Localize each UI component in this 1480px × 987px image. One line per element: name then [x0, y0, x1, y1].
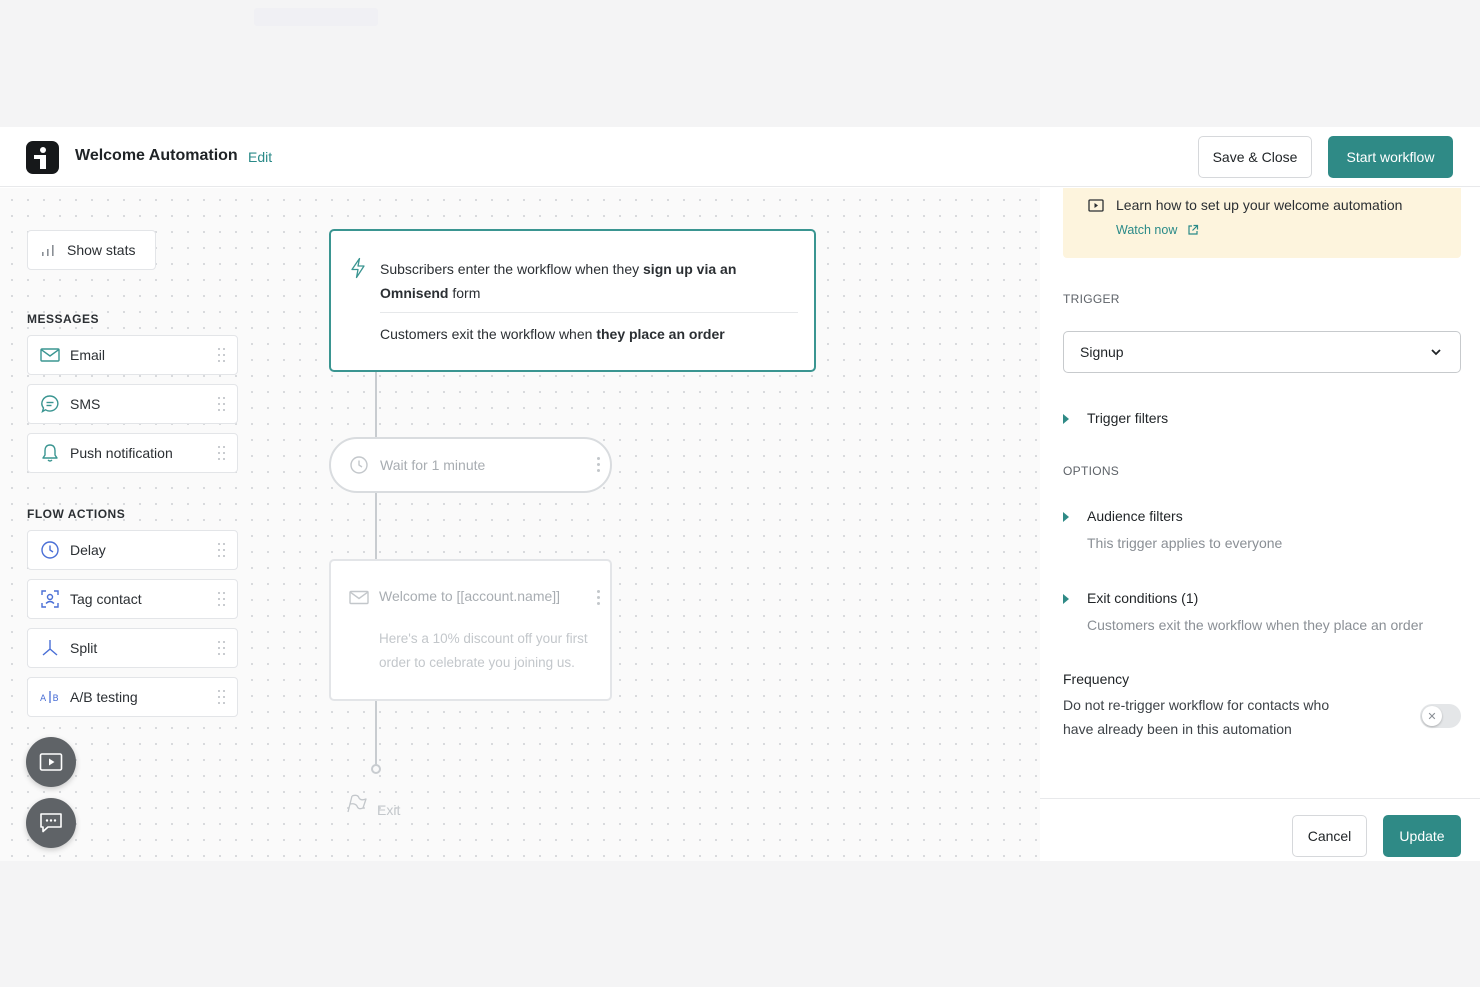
- flow-end-point: [371, 764, 381, 774]
- workflow-canvas[interactable]: Show stats MESSAGES Email SMS Push notif…: [0, 188, 1040, 861]
- exit-conditions-summary: Customers exit the workflow when they pl…: [1087, 617, 1424, 633]
- exit-conditions-toggle[interactable]: Exit conditions (1) Customers exit the w…: [1063, 590, 1423, 633]
- tool-ab-testing[interactable]: AB A/B testing: [27, 677, 238, 717]
- svg-text:B: B: [53, 694, 59, 704]
- trigger-exit-text: Customers exit the workflow when they pl…: [380, 326, 725, 342]
- drag-handle-icon[interactable]: [218, 592, 226, 608]
- wait-node[interactable]: Wait for 1 minute: [329, 437, 612, 493]
- update-button[interactable]: Update: [1383, 815, 1461, 857]
- close-icon: ✕: [1422, 706, 1442, 726]
- trigger-filters-toggle[interactable]: Trigger filters: [1063, 410, 1168, 426]
- tutorial-title: Learn how to set up your welcome automat…: [1116, 197, 1403, 213]
- tag-user-icon: [39, 588, 61, 610]
- email-subject: Welcome to [[account.name]]: [379, 588, 561, 604]
- tool-delay[interactable]: Delay: [27, 530, 238, 570]
- clock-icon: [349, 455, 369, 475]
- trigger-enter-text: Subscribers enter the workflow when they…: [380, 261, 737, 301]
- watch-now-label: Watch now: [1116, 223, 1178, 237]
- chat-bubble-icon: [39, 393, 61, 415]
- drag-handle-icon[interactable]: [218, 397, 226, 413]
- svg-text:A: A: [40, 694, 47, 704]
- tool-split-label: Split: [70, 640, 98, 656]
- tool-ab-label: A/B testing: [70, 689, 138, 705]
- chevron-down-icon: [1431, 349, 1441, 356]
- tool-push-notification[interactable]: Push notification: [27, 433, 238, 473]
- panel-footer: Cancel Update: [1040, 798, 1480, 861]
- tool-split[interactable]: Split: [27, 628, 238, 668]
- tutorial-banner: Learn how to set up your welcome automat…: [1063, 188, 1461, 258]
- watch-now-link[interactable]: Watch now: [1116, 223, 1199, 237]
- more-options-icon[interactable]: [597, 590, 601, 606]
- trigger-filters-label: Trigger filters: [1087, 410, 1169, 426]
- tool-sms[interactable]: SMS: [27, 384, 238, 424]
- options-heading: OPTIONS: [1063, 464, 1120, 478]
- drag-handle-icon[interactable]: [218, 543, 226, 559]
- expand-caret-icon: [1063, 414, 1069, 424]
- bell-icon: [39, 442, 61, 464]
- trigger-select[interactable]: Signup: [1063, 331, 1461, 373]
- flow-connector: [375, 372, 377, 437]
- audience-filters-label: Audience filters: [1087, 508, 1183, 524]
- automation-editor: Welcome Automation Edit Save & Close Sta…: [0, 127, 1480, 861]
- tool-tag-contact[interactable]: Tag contact: [27, 579, 238, 619]
- wait-label: Wait for 1 minute: [380, 457, 486, 473]
- messages-heading: MESSAGES: [27, 312, 100, 326]
- exit-conditions-label: Exit conditions (1): [1087, 590, 1199, 606]
- external-link-icon: [1188, 224, 1199, 235]
- tool-push-label: Push notification: [70, 445, 173, 461]
- tool-delay-label: Delay: [70, 542, 106, 558]
- audience-filters-summary: This trigger applies to everyone: [1087, 535, 1283, 551]
- more-options-icon[interactable]: [597, 457, 601, 473]
- bar-chart-icon: [42, 245, 54, 256]
- trigger-heading: TRIGGER: [1063, 292, 1120, 306]
- email-node[interactable]: Welcome to [[account.name]] Here's a 10%…: [329, 559, 612, 701]
- mail-icon: [349, 590, 369, 610]
- frequency-description: Do not re-trigger workflow for contacts …: [1063, 697, 1330, 737]
- frequency-title: Frequency: [1063, 671, 1130, 687]
- trigger-select-value: Signup: [1080, 344, 1124, 360]
- workflow-title: Welcome Automation: [75, 147, 238, 164]
- ab-test-icon: AB: [39, 686, 61, 708]
- cancel-button[interactable]: Cancel: [1292, 815, 1367, 857]
- flow-connector: [375, 701, 377, 765]
- video-tutorial-button[interactable]: [26, 737, 76, 787]
- edit-title-link[interactable]: Edit: [248, 149, 272, 165]
- lightning-icon: [349, 257, 367, 284]
- start-workflow-button[interactable]: Start workflow: [1328, 136, 1453, 178]
- frequency-toggle[interactable]: ✕: [1420, 704, 1461, 728]
- clock-icon: [39, 539, 61, 561]
- top-bar: Welcome Automation Edit Save & Close Sta…: [0, 127, 1480, 187]
- expand-caret-icon: [1063, 512, 1069, 522]
- tool-email-label: Email: [70, 347, 106, 363]
- exit-label: Exit: [377, 802, 401, 818]
- divider: [380, 312, 798, 313]
- flow-connector: [375, 493, 377, 559]
- drag-handle-icon[interactable]: [218, 446, 226, 462]
- tool-sms-label: SMS: [70, 396, 101, 412]
- flow-actions-heading: FLOW ACTIONS: [27, 507, 126, 521]
- tool-email[interactable]: Email: [27, 335, 238, 375]
- show-stats-label: Show stats: [67, 242, 136, 258]
- expand-caret-icon: [1063, 594, 1069, 604]
- chat-icon: [40, 813, 62, 833]
- drag-handle-icon[interactable]: [218, 641, 226, 657]
- chat-support-button[interactable]: [26, 798, 76, 848]
- settings-panel: Learn how to set up your welcome automat…: [1040, 188, 1480, 861]
- flag-icon: [345, 792, 369, 819]
- trigger-card[interactable]: Subscribers enter the workflow when they…: [329, 229, 816, 372]
- show-stats-button[interactable]: Show stats: [27, 230, 156, 270]
- email-preview-text: Here's a 10% discount off your first ord…: [379, 631, 588, 670]
- save-close-button[interactable]: Save & Close: [1198, 136, 1312, 178]
- play-video-icon: [39, 753, 63, 771]
- omnisend-logo-icon: [26, 141, 59, 174]
- placeholder-bar: [254, 8, 378, 26]
- audience-filters-toggle[interactable]: Audience filters This trigger applies to…: [1063, 508, 1282, 551]
- split-icon: [39, 637, 61, 659]
- video-icon: [1088, 199, 1104, 217]
- drag-handle-icon[interactable]: [218, 690, 226, 706]
- drag-handle-icon[interactable]: [218, 348, 226, 364]
- tool-tag-label: Tag contact: [70, 591, 142, 607]
- mail-icon: [39, 344, 61, 366]
